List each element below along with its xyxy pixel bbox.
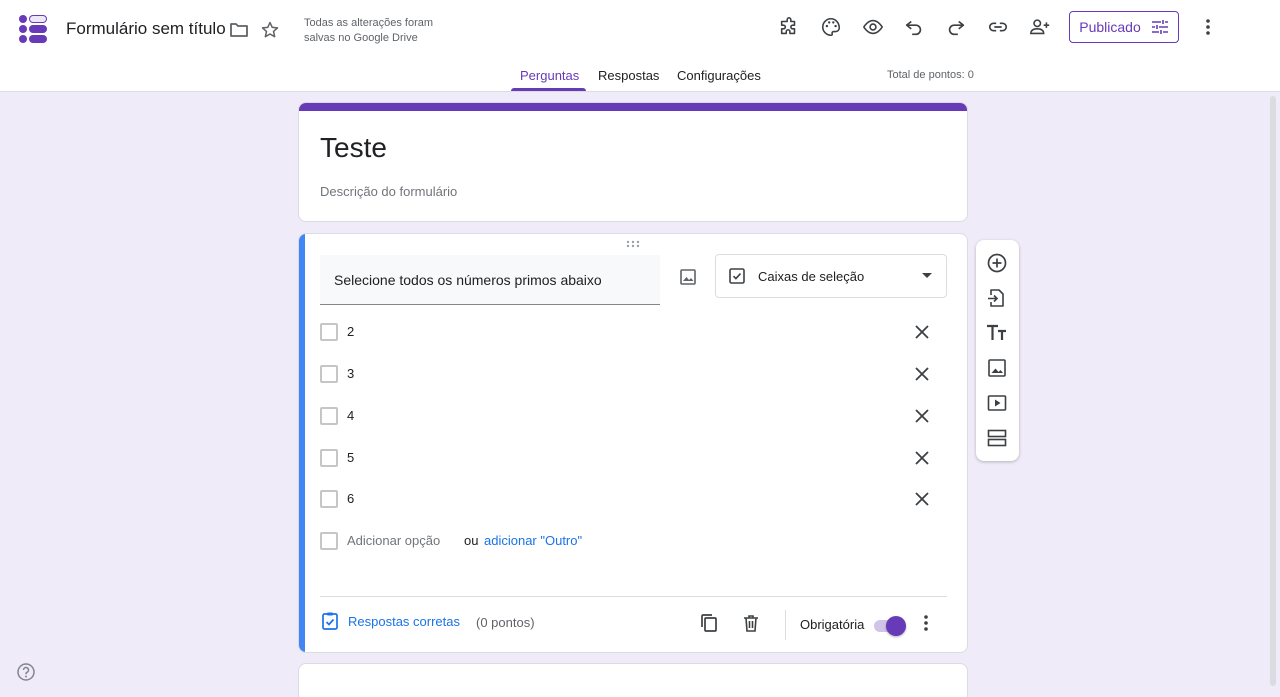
add-other-link[interactable]: adicionar "Outro" [484, 533, 582, 548]
option-checkbox[interactable] [320, 365, 338, 383]
tune-icon [1151, 19, 1169, 35]
more-vert-icon[interactable] [914, 611, 938, 635]
form-title-card: Teste Descrição do formulário [298, 102, 968, 222]
option-label[interactable]: 4 [347, 408, 354, 423]
delete-icon[interactable] [739, 611, 763, 635]
drag-handle-icon[interactable] [626, 240, 640, 248]
question-type-label: Caixas de seleção [758, 268, 865, 284]
active-question-bar [299, 234, 305, 652]
option-checkbox[interactable] [320, 323, 338, 341]
option-checkbox[interactable] [320, 407, 338, 425]
forms-logo[interactable] [18, 14, 48, 44]
footer-vertical-divider [785, 610, 786, 640]
option-label[interactable]: 6 [347, 491, 354, 506]
question-type-select[interactable]: Caixas de seleção [715, 254, 947, 298]
star-icon[interactable] [258, 18, 282, 42]
option-label[interactable]: 3 [347, 366, 354, 381]
add-option-checkbox [320, 532, 338, 550]
answer-key-button[interactable]: Respostas corretas [320, 611, 460, 631]
next-question-card[interactable] [298, 663, 968, 697]
form-title[interactable]: Teste [320, 132, 387, 164]
duplicate-icon[interactable] [697, 611, 721, 635]
tab-responses[interactable]: Respostas [598, 68, 659, 83]
palette-icon[interactable] [819, 15, 843, 39]
close-icon[interactable] [910, 320, 934, 344]
side-toolbar [976, 240, 1019, 461]
add-video-icon[interactable] [985, 391, 1009, 415]
add-section-icon[interactable] [985, 426, 1009, 450]
form-description[interactable]: Descrição do formulário [320, 184, 457, 199]
option-row: 6 [320, 487, 946, 511]
close-icon[interactable] [910, 404, 934, 428]
add-option-row: Adicionar opção ou adicionar "Outro" [320, 529, 946, 553]
add-collaborator-icon[interactable] [1028, 15, 1052, 39]
add-question-icon[interactable] [985, 251, 1009, 275]
option-label[interactable]: 5 [347, 450, 354, 465]
save-status: Todas as alterações foram salvas no Goog… [304, 17, 434, 44]
folder-icon[interactable] [227, 18, 251, 42]
help-icon[interactable] [16, 662, 36, 682]
option-checkbox[interactable] [320, 449, 338, 467]
close-icon[interactable] [910, 362, 934, 386]
dropdown-caret-icon [922, 273, 932, 279]
option-label[interactable]: 2 [347, 324, 354, 339]
question-input[interactable]: Selecione todos os números primos abaixo [320, 255, 660, 305]
more-vert-icon[interactable] [1196, 15, 1220, 39]
accent-bar [299, 103, 967, 111]
add-title-icon[interactable] [985, 321, 1009, 345]
option-row: 3 [320, 362, 946, 386]
add-image-icon[interactable] [985, 356, 1009, 380]
tab-questions[interactable]: Perguntas [520, 68, 579, 83]
or-text: ou [464, 533, 479, 548]
required-toggle[interactable] [872, 615, 906, 636]
option-row: 5 [320, 446, 946, 470]
publish-label: Publicado [1079, 19, 1141, 35]
preview-icon[interactable] [861, 15, 885, 39]
close-icon[interactable] [910, 487, 934, 511]
checkbox-type-icon [728, 267, 746, 285]
doc-title[interactable]: Formulário sem título [66, 19, 226, 39]
link-icon[interactable] [986, 15, 1010, 39]
publish-button[interactable]: Publicado [1069, 11, 1179, 43]
add-option-link[interactable]: Adicionar opção [347, 533, 440, 548]
question-points: (0 pontos) [476, 615, 535, 630]
option-row: 2 [320, 320, 946, 344]
add-image-icon[interactable] [676, 265, 700, 289]
option-row: 4 [320, 404, 946, 428]
import-questions-icon[interactable] [985, 286, 1009, 310]
top-bar: Formulário sem título Todas as alteraçõe… [0, 0, 1280, 92]
toggle-thumb [886, 616, 906, 636]
question-card[interactable]: Selecione todos os números primos abaixo… [298, 233, 968, 653]
addon-icon[interactable] [777, 15, 801, 39]
redo-icon[interactable] [944, 15, 968, 39]
close-icon[interactable] [910, 446, 934, 470]
question-text: Selecione todos os números primos abaixo [334, 272, 602, 288]
scrollbar[interactable] [1270, 96, 1276, 686]
option-checkbox[interactable] [320, 490, 338, 508]
required-label: Obrigatória [800, 617, 865, 632]
active-tab-indicator [511, 88, 586, 91]
answer-key-label: Respostas corretas [348, 613, 460, 629]
tab-settings[interactable]: Configurações [677, 68, 761, 83]
footer-divider [320, 596, 947, 597]
undo-icon[interactable] [902, 15, 926, 39]
points-total: Total de pontos: 0 [887, 69, 974, 81]
answer-key-icon [320, 611, 340, 631]
